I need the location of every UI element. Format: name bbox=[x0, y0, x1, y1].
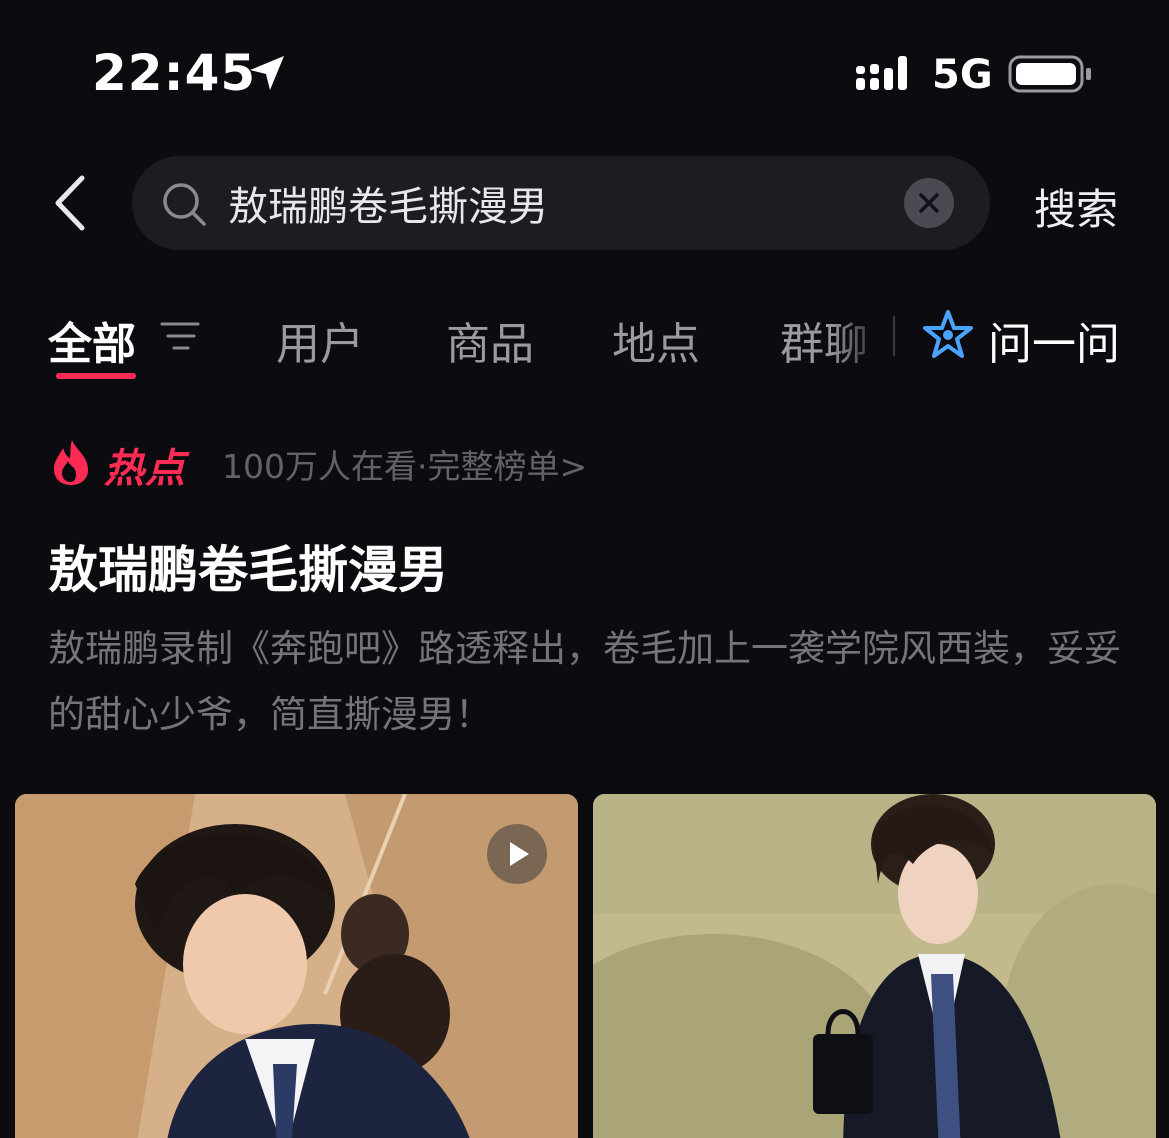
battery-icon bbox=[1008, 55, 1091, 93]
tab-places[interactable]: 地点 bbox=[612, 308, 700, 372]
search-input[interactable] bbox=[228, 174, 868, 232]
status-bar: 22:45 5G bbox=[0, 0, 1169, 140]
back-icon[interactable] bbox=[44, 170, 104, 236]
hot-topic-title[interactable]: 敖瑞鹏卷毛撕漫男 bbox=[48, 530, 448, 602]
network-type: 5G bbox=[932, 52, 993, 98]
clear-icon bbox=[919, 193, 939, 213]
tab-divider bbox=[893, 316, 895, 356]
clear-search-button[interactable] bbox=[904, 178, 954, 228]
image-thumbnail bbox=[593, 794, 1156, 1138]
tab-all[interactable]: 全部 bbox=[48, 308, 136, 372]
ask-label[interactable]: 问一问 bbox=[988, 308, 1120, 372]
play-icon bbox=[510, 842, 529, 866]
tab-users[interactable]: 用户 bbox=[276, 308, 364, 372]
location-arrow-icon bbox=[250, 56, 284, 90]
ask-star-icon[interactable] bbox=[920, 308, 976, 364]
tab-products[interactable]: 商品 bbox=[446, 308, 534, 372]
hot-topic-description: 敖瑞鹏录制《奔跑吧》路透释出，卷毛加上一袭学院风西装，妥妥的甜心少爷，简直撕漫男… bbox=[48, 627, 1121, 736]
hot-meta-link[interactable]: 100万人在看·完整榜单> bbox=[222, 440, 587, 488]
result-card-image[interactable] bbox=[593, 794, 1156, 1138]
filter-icon[interactable] bbox=[160, 318, 200, 354]
hot-badge: 热点 bbox=[104, 446, 186, 492]
search-button[interactable]: 搜索 bbox=[1034, 176, 1118, 237]
status-time: 22:45 bbox=[92, 44, 257, 102]
search-box[interactable] bbox=[132, 156, 990, 250]
search-icon bbox=[163, 183, 206, 226]
fire-icon bbox=[54, 440, 88, 485]
search-results-screen: 22:45 5G 敖瑞鹏卷毛撕漫男 搜索 全部 用户 商品 地点 群聊 问一问 … bbox=[0, 0, 1169, 1138]
tab-scroll-fade bbox=[830, 300, 890, 370]
result-card-video[interactable] bbox=[15, 794, 578, 1138]
play-button[interactable] bbox=[487, 824, 547, 884]
signal-icon bbox=[856, 56, 907, 90]
active-tab-indicator bbox=[56, 373, 136, 379]
